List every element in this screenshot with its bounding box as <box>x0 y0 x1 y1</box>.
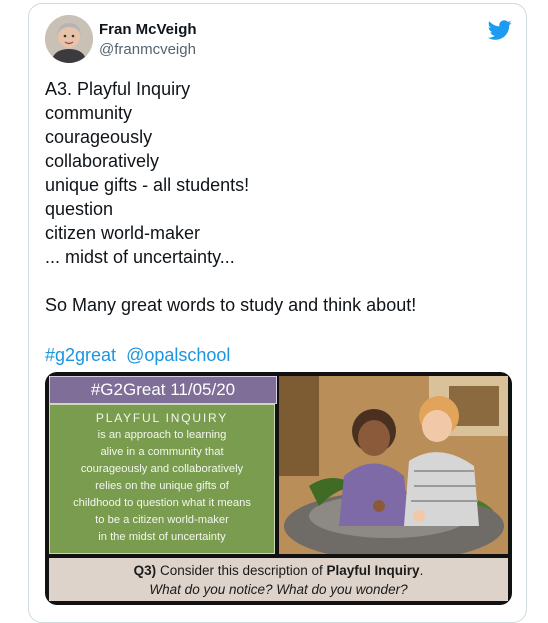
definition-line: in the midst of uncertainty <box>98 531 226 543</box>
avatar[interactable] <box>45 15 93 63</box>
avatar-photo <box>45 15 93 63</box>
caption-line-1: Q3) Consider this description of Playful… <box>49 561 508 580</box>
playful-inquiry-definition: PLAYFUL INQUIRY is an approach to learni… <box>49 404 275 554</box>
definition-line: courageously and collaboratively <box>80 463 244 475</box>
image-title: #G2Great 11/05/20 <box>49 376 277 404</box>
author-name[interactable]: Fran McVeigh <box>99 21 197 38</box>
tweet-card[interactable]: Fran McVeigh @franmcveigh A3. Playful In… <box>28 3 527 623</box>
caption-period: . <box>419 563 424 578</box>
tweet-text: A3. Playful Inquiry community courageous… <box>45 79 417 315</box>
tweet-tags: #g2great @opalschool <box>45 343 240 367</box>
definition-line: to be a citizen world-maker <box>95 514 229 526</box>
caption-text: Consider this description of <box>156 563 327 578</box>
hashtag-link[interactable]: #g2great <box>45 345 116 365</box>
tweet-image[interactable]: #G2Great 11/05/20 PLAYFUL INQUIRY is an … <box>45 372 512 605</box>
children-playing-photo <box>279 376 508 554</box>
question-caption: Q3) Consider this description of Playful… <box>49 558 508 601</box>
definition-line: alive in a community that <box>100 446 224 458</box>
definition-line: childhood to question what it means <box>73 497 251 509</box>
question-label: Q3) <box>133 563 157 578</box>
caption-bold: Playful Inquiry <box>326 563 420 578</box>
author-handle[interactable]: @franmcveigh <box>99 41 196 58</box>
mention-link[interactable]: @opalschool <box>126 345 230 365</box>
caption-line-2: What do you notice? What do you wonder? <box>149 582 408 597</box>
definition-line: relies on the unique gifts of <box>95 480 229 492</box>
definition-line: is an approach to learning <box>97 429 227 441</box>
twitter-bird-icon[interactable] <box>488 18 512 42</box>
definition-line: PLAYFUL INQUIRY <box>95 411 229 425</box>
